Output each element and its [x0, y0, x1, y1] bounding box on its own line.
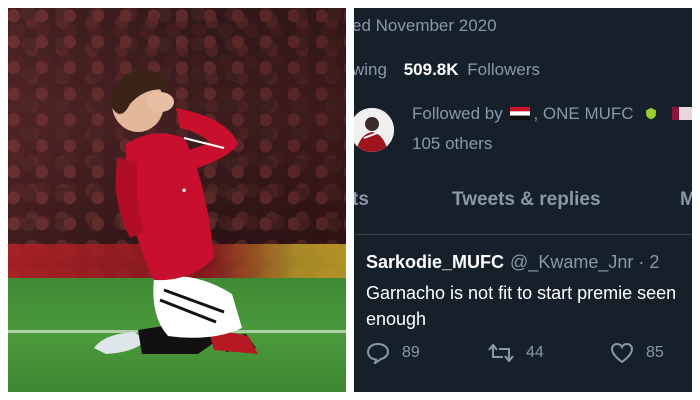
- egypt-flag-icon: [510, 107, 531, 120]
- tab-tweets[interactable]: ts: [354, 189, 369, 211]
- tweet-text: Garnacho is not fit to start premie seen…: [366, 283, 677, 329]
- verified-badge-icon: [646, 107, 657, 120]
- followers-label[interactable]: Followers: [467, 60, 540, 79]
- reply-button[interactable]: 89: [366, 342, 420, 364]
- followed-by-names: , ONE MUFC: [533, 104, 634, 123]
- follow-stats: wing 509.8K Followers: [354, 60, 540, 80]
- tweet-header: Sarkodie_MUFC @_Kwame_Jnr · 2: [366, 252, 659, 273]
- followed-by-line[interactable]: Followed by , ONE MUFC: [412, 104, 692, 124]
- svg-text:•: •: [182, 183, 186, 197]
- tab-media[interactable]: M: [680, 189, 692, 211]
- tabs-divider: [354, 234, 692, 235]
- tab-tweets-replies[interactable]: Tweets & replies: [452, 189, 601, 211]
- like-button[interactable]: 85: [610, 342, 664, 364]
- followed-by-others[interactable]: 105 others: [412, 134, 492, 154]
- avatar-image: [354, 108, 394, 152]
- joined-date: ed November 2020: [354, 16, 497, 35]
- flag-icon: [672, 107, 692, 120]
- retweet-button[interactable]: 44: [488, 342, 544, 364]
- profile-tabs: ts Tweets & replies M: [354, 184, 692, 234]
- followed-by-prefix: Followed by: [412, 104, 503, 123]
- player-photo: •: [8, 8, 346, 392]
- tweet-actions: 89 44 85: [366, 342, 692, 372]
- like-icon: [610, 342, 634, 364]
- reply-icon: [366, 342, 390, 364]
- like-count: 85: [646, 344, 664, 361]
- tweet-screenshot: ed November 2020 wing 509.8K Followers F…: [354, 8, 692, 392]
- tweet-author-name[interactable]: Sarkodie_MUFC: [366, 252, 504, 272]
- retweet-count: 44: [526, 344, 544, 361]
- follower-avatar[interactable]: [354, 108, 394, 152]
- following-label: wing: [354, 60, 387, 79]
- kneeling-player-figure: •: [94, 70, 258, 354]
- followers-count[interactable]: 509.8K: [404, 60, 459, 79]
- retweet-icon: [488, 343, 514, 363]
- reply-count: 89: [402, 344, 420, 361]
- tweet-author-handle[interactable]: @_Kwame_Jnr · 2: [510, 252, 659, 272]
